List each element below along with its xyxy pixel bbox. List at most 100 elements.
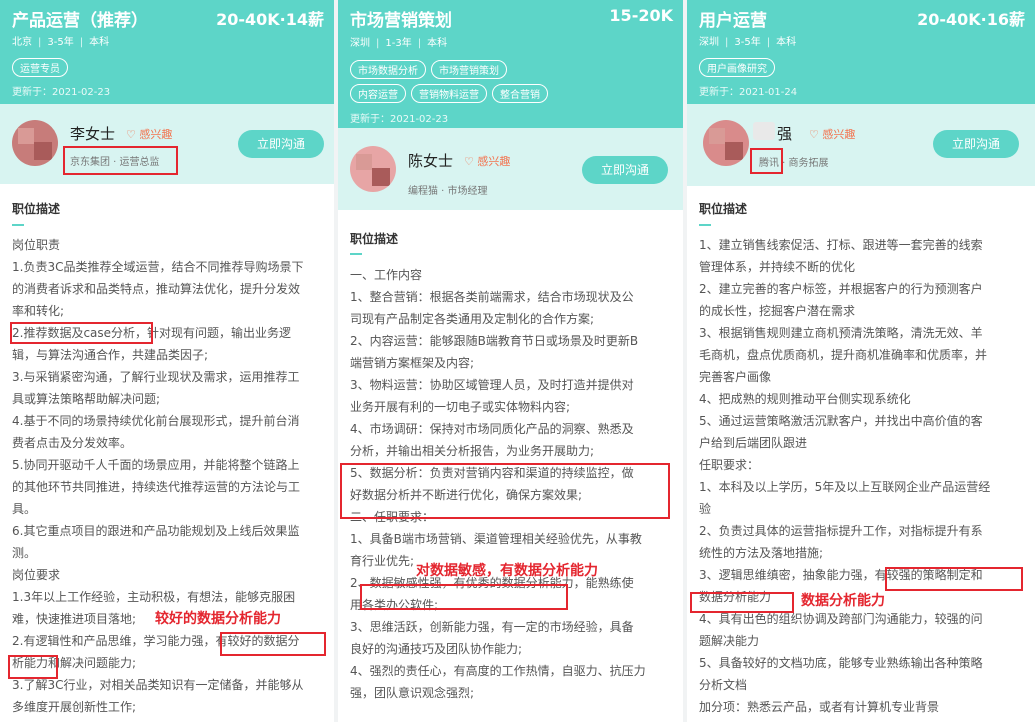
job-meta: 深圳 | 1-3年 | 本科 [350, 38, 448, 49]
desc-line: 的成长性，挖掘客户潜在需求 [699, 304, 856, 318]
job-card-marketing-planning: 市场营销策划 15-20K 深圳 | 1-3年 | 本科 市场数据分析 市场营销策划 内容… [338, 0, 683, 722]
experience: 3-5年 [734, 37, 761, 48]
desc-line: 3、思维活跃，创新能力强，有一定的市场经验，具备 [350, 620, 634, 634]
tag[interactable]: 内容运营 [350, 84, 406, 103]
desc-line: 2、内容运营：能够跟随B端教育节日或场景及时更新B [350, 334, 639, 348]
tag-list: 市场数据分析 市场营销策划 内容运营 营销物料运营 整合营销 [350, 59, 677, 107]
highlight-box [690, 592, 794, 613]
desc-line: 分析文档 [699, 678, 748, 692]
job-title[interactable]: 用户运营 [699, 6, 767, 31]
interest-button[interactable]: ♡ 感兴趣 [464, 153, 510, 169]
section-title: 职位描述 [699, 202, 748, 216]
annotation-text: 较好的数据分析能力 [155, 611, 281, 627]
job-description: 1、建立销售线索促活、打标、跟进等一套完善的线索 管理体系，并持续不断的优化 2… [699, 234, 1027, 718]
tag[interactable]: 市场营销策划 [431, 60, 507, 79]
desc-line: 6.其它重点项目的跟进和产品功能规划及上线后效果监 [12, 524, 300, 538]
blurred-name [753, 122, 775, 140]
desc-line: 1、整合营销：根据各类前端需求，结合市场现状及公 [350, 290, 634, 304]
desc-line: 辑，与算法沟通合作，共建品类因子; [12, 348, 209, 362]
updated-date: 更新于：2021-02-23 [350, 114, 449, 125]
desc-line: 验 [699, 502, 712, 516]
desc-line: 3、根据销售规则建立商机预清洗策略，清洗无效、羊 [699, 326, 983, 340]
desc-line: 5、具备较好的文档功底，能够专业熟练输出各种策略 [699, 656, 983, 670]
desc-line: 1.负责3C品类推荐全域运营，结合不同推荐导购场景下 [12, 260, 304, 274]
degree: 本科 [776, 37, 797, 48]
chat-now-button[interactable]: 立即沟通 [582, 156, 668, 184]
desc-line: 统性的方法及落地措施; [699, 546, 824, 560]
desc-line: 1、建立销售线索促活、打标、跟进等一套完善的线索 [699, 238, 983, 252]
city: 北京 [12, 37, 32, 48]
degree: 本科 [89, 37, 110, 48]
chat-now-button[interactable]: 立即沟通 [933, 130, 1019, 158]
section-underline [699, 224, 711, 226]
annotation-text: 对数据敏感，有数据分析能力 [416, 563, 598, 579]
desc-line: 1.3年以上工作经验，主动积极，有想法，能够克服困 [12, 590, 296, 604]
section-title: 职位描述 [12, 202, 61, 216]
avatar [350, 146, 396, 192]
desc-line: 完善客户画像 [699, 370, 772, 384]
job-meta: 深圳 | 3-5年 | 本科 [699, 37, 797, 48]
desc-line: 1、本科及以上学历，5年及以上互联网企业产品运营经 [699, 480, 991, 494]
salary: 20-40K·16薪 [917, 10, 1025, 29]
section-underline [350, 253, 362, 255]
tag[interactable]: 营销物料运营 [411, 84, 487, 103]
highlight-box [63, 146, 178, 175]
tag[interactable]: 运营专员 [12, 58, 68, 77]
desc-line: 任职要求： [699, 458, 760, 472]
interest-button[interactable]: ♡ 感兴趣 [809, 126, 855, 142]
desc-line: 良好的沟通技巧及团队协作能力; [350, 642, 523, 656]
avatar [12, 120, 58, 166]
desc-line: 多维度开展创新性工作; [12, 700, 137, 714]
experience: 3-5年 [47, 37, 74, 48]
recruiter-name: 陈女士 [408, 152, 454, 170]
desc-line: 4.基于不同的场景持续优化前台展现形式，提升前台消 [12, 414, 300, 428]
job-title[interactable]: 产品运营（推荐） [12, 6, 148, 31]
chat-now-button[interactable]: 立即沟通 [238, 130, 324, 158]
desc-line: 3.了解3C行业，对相关品类知识有一定储备，并能够从 [12, 678, 304, 692]
experience: 1-3年 [385, 38, 412, 49]
highlight-box [360, 584, 568, 610]
desc-line: 2、建立完善的客户标签，并根据客户的行为预测客户 [699, 282, 983, 296]
desc-line: 端营销方案框架及内容; [350, 356, 475, 370]
recruiter-name: 李女士 [70, 125, 116, 143]
desc-line: 的其他环节共同推进，持续迭代推荐运营的方法论与工 [12, 480, 301, 494]
interest-button[interactable]: ♡ 感兴趣 [126, 126, 172, 142]
desc-line: 毛商机，盘点优质商机，提升商机准确率和优质率，并 [699, 348, 988, 362]
annotation-text: 数据分析能力 [801, 593, 885, 609]
highlight-box [885, 567, 1023, 591]
highlight-box [8, 655, 58, 679]
desc-line: 3、物料运营：协助区域管理人员，及时打造并提供对 [350, 378, 634, 392]
desc-line: 的消费者诉求和品类特点，推动算法优化，提升分发效 [12, 282, 301, 296]
city: 深圳 [699, 37, 719, 48]
desc-line: 4、市场调研：保持对市场同质化产品的洞察、熟悉及 [350, 422, 634, 436]
desc-line: 率和转化; [12, 304, 65, 318]
job-title[interactable]: 市场营销策划 [350, 6, 452, 31]
desc-line: 测。 [12, 546, 37, 560]
highlight-box [220, 632, 326, 656]
section-title: 职位描述 [350, 232, 399, 246]
highlight-box [340, 463, 670, 519]
highlight-box [10, 322, 153, 344]
updated-date: 更新于：2021-02-23 [12, 87, 111, 98]
desc-line: 管理体系，并持续不断的优化 [699, 260, 856, 274]
desc-line: 户给到后端团队跟进 [699, 436, 808, 450]
desc-line: 4、把成熟的规则推动平台侧实现系统化 [699, 392, 911, 406]
tag[interactable]: 市场数据分析 [350, 60, 426, 79]
salary: 15-20K [609, 6, 673, 25]
tag-list: 运营专员 [12, 57, 328, 81]
desc-line: 具。 [12, 502, 37, 516]
desc-line: 3.与采销紧密沟通，了解行业现状及需求，运用推荐工 [12, 370, 300, 384]
job-card-product-operation: 产品运营（推荐） 20-40K·14薪 北京 | 3-5年 | 本科 运营专员 更新于：… [0, 0, 334, 722]
updated-date: 更新于：2021-01-24 [699, 87, 798, 98]
recruiter-name: 强 [777, 125, 793, 143]
tag[interactable]: 用户画像研究 [699, 58, 775, 77]
recruiter-company: 编程猫 · 市场经理 [408, 186, 488, 197]
desc-line: 加分项：熟悉云产品，或者有计算机专业背景 [699, 700, 940, 714]
degree: 本科 [427, 38, 448, 49]
avatar [703, 120, 749, 166]
tag[interactable]: 整合营销 [492, 84, 548, 103]
desc-line: 强，团队意识观念强烈; [350, 686, 475, 700]
desc-line: 一、工作内容 [350, 268, 423, 282]
desc-line: 业务开展有利的一切电子或实体物料内容; [350, 400, 571, 414]
tag-list: 用户画像研究 [699, 57, 1029, 81]
